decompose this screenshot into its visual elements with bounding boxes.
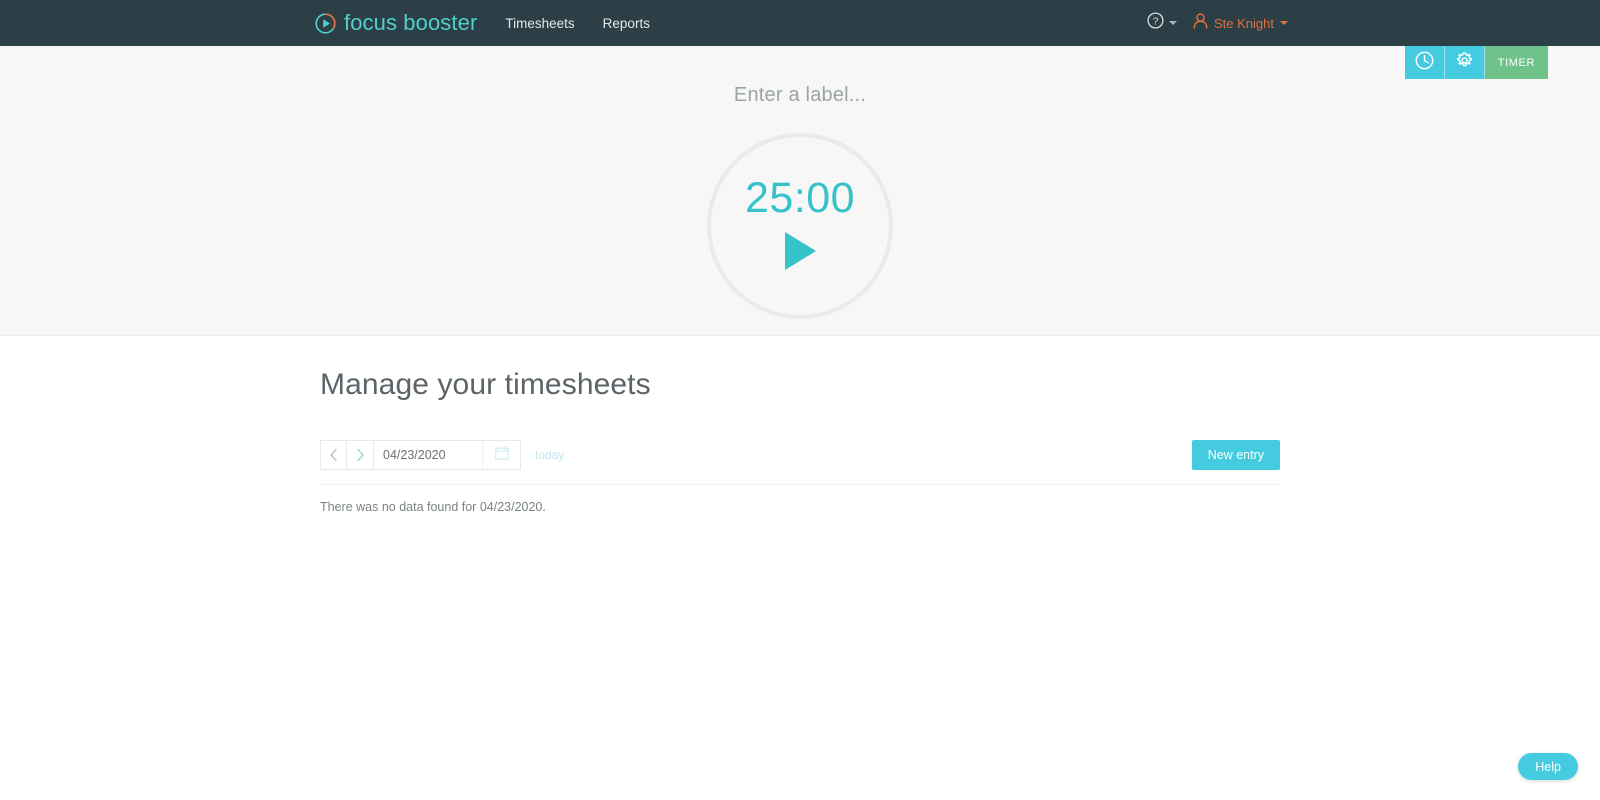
timer-label-input[interactable] (590, 84, 1010, 107)
play-circle-icon (315, 12, 336, 34)
content-container: Manage your timesheets 04/23/2020 today … (320, 368, 1280, 514)
calendar-icon (494, 445, 509, 465)
chevron-left-icon (329, 448, 339, 462)
page-title: Manage your timesheets (320, 368, 651, 401)
user-menu-button[interactable]: Ste Knight (1193, 12, 1288, 34)
brand-logo[interactable]: focus booster (315, 12, 477, 34)
chevron-right-icon (355, 448, 365, 462)
empty-state-message: There was no data found for 04/23/2020. (320, 500, 546, 514)
timer-dial[interactable]: 25:00 (707, 133, 893, 319)
new-entry-button[interactable]: New entry (1191, 440, 1280, 470)
chevron-down-icon (1280, 21, 1288, 25)
svg-text:?: ? (1153, 16, 1159, 27)
nav-link-reports[interactable]: Reports (603, 16, 650, 31)
next-day-button[interactable] (347, 440, 374, 470)
date-field (374, 440, 521, 470)
toolbar-divider (320, 484, 1280, 485)
date-input[interactable] (374, 441, 482, 469)
nav-link-timesheets[interactable]: Timesheets (505, 16, 574, 31)
timesheet-toolbar: today New entry (320, 440, 1280, 470)
user-avatar-icon (1193, 12, 1208, 34)
main-content: Manage your timesheets 04/23/2020 today … (0, 368, 1600, 514)
help-menu-button[interactable]: ? (1147, 12, 1177, 34)
settings-button[interactable] (1444, 46, 1485, 79)
top-navigation-bar: focus booster Timesheets Reports ? Ste K… (0, 0, 1600, 50)
history-button[interactable] (1404, 46, 1445, 79)
clock-icon (1415, 51, 1434, 75)
question-circle-icon: ? (1147, 12, 1164, 34)
timer-tab-button[interactable]: TIMER (1484, 46, 1548, 79)
calendar-picker-button[interactable] (482, 441, 520, 469)
previous-day-button[interactable] (320, 440, 347, 470)
chevron-down-icon (1169, 21, 1177, 25)
today-link[interactable]: today (535, 448, 564, 462)
help-widget-button[interactable]: Help (1518, 753, 1578, 780)
timer-panel: 25:00 (0, 46, 1600, 336)
gear-icon (1455, 51, 1474, 75)
topbar-right-group: ? Ste Knight (1147, 12, 1288, 34)
user-name-label: Ste Knight (1214, 15, 1274, 31)
main-nav: Timesheets Reports (505, 16, 650, 31)
timer-controls-group: TIMER (1404, 46, 1548, 79)
date-nav-arrows (320, 440, 374, 470)
brand-name: focus booster (344, 10, 478, 35)
timer-time-display: 25:00 (744, 173, 856, 222)
play-icon[interactable] (784, 231, 816, 270)
